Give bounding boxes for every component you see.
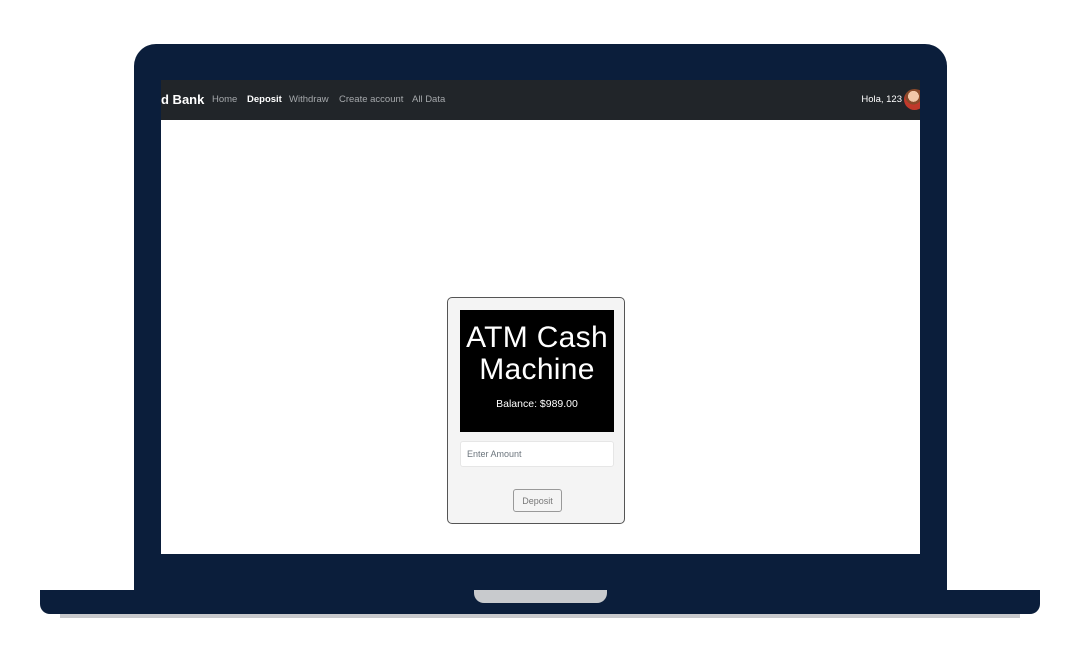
- brand-logo[interactable]: d Bank: [161, 92, 204, 107]
- user-greeting: Hola, 123: [861, 94, 902, 105]
- browser-viewport: d Bank Home Deposit Withdraw Create acco…: [161, 80, 920, 554]
- balance-text: Balance: $989.00: [496, 398, 578, 410]
- nav-link-withdraw[interactable]: Withdraw: [289, 94, 329, 105]
- nav-link-create-account[interactable]: Create account: [339, 94, 403, 105]
- nav-link-all-data[interactable]: All Data: [412, 94, 445, 105]
- laptop-base-shadow: [60, 614, 1020, 618]
- avatar[interactable]: [904, 89, 920, 110]
- atm-card: ATM Cash Machine Balance: $989.00 Deposi…: [447, 297, 625, 524]
- atm-title: ATM Cash Machine: [466, 321, 608, 386]
- nav-link-home[interactable]: Home: [212, 94, 237, 105]
- atm-display: ATM Cash Machine Balance: $989.00: [460, 310, 614, 432]
- nav-link-deposit[interactable]: Deposit: [247, 94, 282, 105]
- amount-input[interactable]: [460, 441, 614, 467]
- deposit-button[interactable]: Deposit: [513, 489, 562, 512]
- navbar: d Bank Home Deposit Withdraw Create acco…: [161, 80, 920, 120]
- laptop-notch: [474, 590, 607, 603]
